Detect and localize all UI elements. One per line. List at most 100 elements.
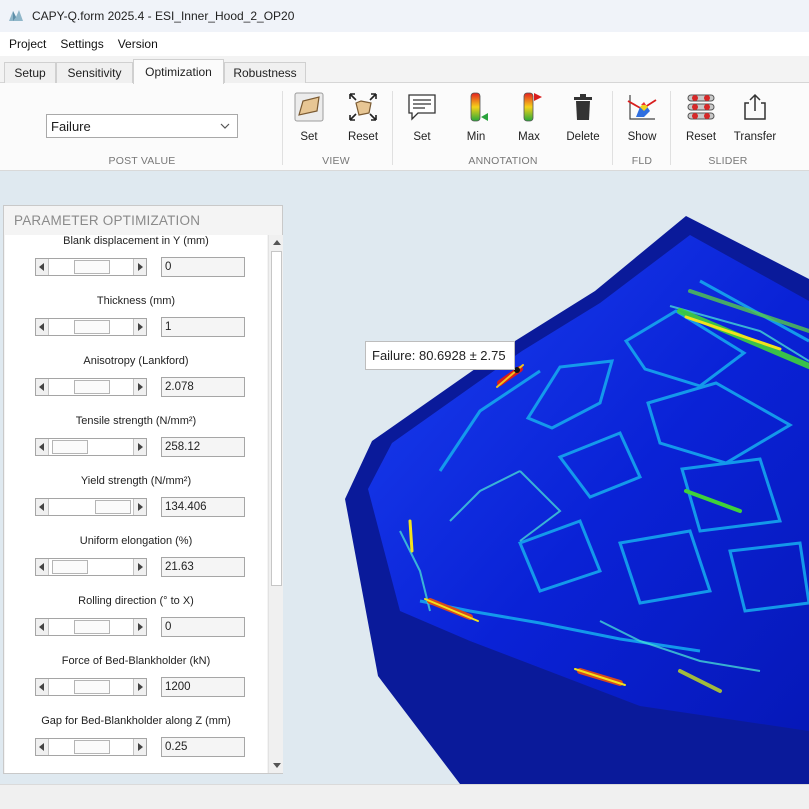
slider-thumb[interactable] [74, 260, 110, 274]
slider-reset-button[interactable]: Reset [675, 91, 727, 151]
param-label: Thickness (mm) [96, 295, 176, 307]
param-label: Force of Bed-Blankholder (kN) [61, 655, 211, 667]
anisotropy-field[interactable]: 2.078 [161, 377, 245, 397]
param-label: Rolling direction (° to X) [78, 595, 194, 607]
arrow-left-icon[interactable] [36, 319, 49, 335]
force-bed-blankholder-field[interactable]: 1200 [161, 677, 245, 697]
group-label-slider: SLIDER [708, 155, 748, 167]
tensile-strength-slider[interactable] [35, 438, 147, 456]
param-tensile-strength: Tensile strength (N/mm²) 258.12 [5, 415, 267, 475]
param-yield-strength: Yield strength (N/mm²) 134.406 [5, 475, 267, 535]
annotation-min-icon [470, 92, 488, 122]
annotation-set-label: Set [413, 131, 431, 143]
slider-thumb[interactable] [74, 380, 110, 394]
arrow-left-icon[interactable] [36, 379, 49, 395]
arrow-left-icon[interactable] [36, 439, 49, 455]
annotation-delete-label: Delete [566, 131, 600, 143]
view-reset-button[interactable]: Reset [337, 91, 389, 151]
failure-annotation-tooltip: Failure: 80.6928 ± 2.75 [365, 341, 515, 370]
arrow-right-icon[interactable] [133, 499, 146, 515]
arrow-left-icon[interactable] [36, 619, 49, 635]
scroll-down-icon[interactable] [269, 758, 284, 773]
yield-strength-slider[interactable] [35, 498, 147, 516]
thickness-slider[interactable] [35, 318, 147, 336]
slider-thumb[interactable] [95, 500, 131, 514]
view-set-label: Set [300, 131, 318, 143]
view-reset-icon [349, 93, 377, 121]
view-set-icon [294, 92, 324, 122]
menu-version[interactable]: Version [111, 37, 165, 51]
arrow-right-icon[interactable] [133, 679, 146, 695]
arrow-right-icon[interactable] [133, 259, 146, 275]
slider-thumb[interactable] [74, 320, 110, 334]
slider-thumb[interactable] [74, 680, 110, 694]
param-label: Tensile strength (N/mm²) [75, 415, 197, 427]
slider-thumb[interactable] [52, 440, 88, 454]
blank-displacement-slider[interactable] [35, 258, 147, 276]
parameter-list: Blank displacement in Y (mm) 0 Thickness… [5, 235, 267, 773]
blank-displacement-field[interactable]: 0 [161, 257, 245, 277]
menu-settings[interactable]: Settings [53, 37, 110, 51]
parameter-optimization-panel: PARAMETER OPTIMIZATION Blank displacemen… [3, 205, 283, 774]
group-label-annotation: ANNOTATION [468, 155, 538, 167]
anisotropy-slider[interactable] [35, 378, 147, 396]
tab-optimization[interactable]: Optimization [133, 59, 224, 84]
arrow-left-icon[interactable] [36, 679, 49, 695]
post-value-selected: Failure [51, 118, 91, 134]
param-uniform-elongation: Uniform elongation (%) 21.63 [5, 535, 267, 595]
slider-thumb[interactable] [74, 740, 110, 754]
thickness-field[interactable]: 1 [161, 317, 245, 337]
menu-bar: Project Settings Version [0, 32, 809, 56]
force-bed-blankholder-slider[interactable] [35, 678, 147, 696]
tab-sensitivity[interactable]: Sensitivity [56, 62, 133, 83]
arrow-left-icon[interactable] [36, 259, 49, 275]
ribbon-divider [612, 91, 613, 165]
arrow-right-icon[interactable] [133, 379, 146, 395]
arrow-left-icon[interactable] [36, 559, 49, 575]
slider-reset-label: Reset [685, 131, 717, 143]
annotation-max-label: Max [518, 131, 540, 143]
menu-project[interactable]: Project [2, 37, 53, 51]
annotation-delete-button[interactable]: Delete [557, 91, 609, 151]
scrollbar-thumb[interactable] [271, 251, 282, 586]
arrow-left-icon[interactable] [36, 739, 49, 755]
group-label-view: VIEW [322, 155, 350, 167]
arrow-left-icon[interactable] [36, 499, 49, 515]
trash-icon [574, 94, 592, 120]
panel-scrollbar[interactable] [268, 235, 283, 773]
title-bar: CAPY-Q.form 2025.4 - ESI_Inner_Hood_2_OP… [0, 0, 809, 32]
slider-transfer-button[interactable]: Transfer [729, 91, 781, 151]
arrow-right-icon[interactable] [133, 559, 146, 575]
ribbon-toolbar: Failure POST VALUE Set Reset VIEW Set Mi… [0, 83, 809, 171]
annotation-min-button[interactable]: Min [450, 91, 502, 151]
arrow-right-icon[interactable] [133, 439, 146, 455]
yield-strength-field[interactable]: 134.406 [161, 497, 245, 517]
scroll-up-icon[interactable] [269, 235, 284, 250]
param-label: Yield strength (N/mm²) [80, 475, 192, 487]
view-set-button[interactable]: Set [283, 91, 335, 151]
param-thickness: Thickness (mm) 1 [5, 295, 267, 355]
rolling-direction-field[interactable]: 0 [161, 617, 245, 637]
uniform-elongation-field[interactable]: 21.63 [161, 557, 245, 577]
status-bar [0, 784, 809, 809]
ribbon-divider [392, 91, 393, 165]
chevron-down-icon [220, 123, 230, 129]
param-force-bed-blankholder: Force of Bed-Blankholder (kN) 1200 [5, 655, 267, 715]
fld-show-button[interactable]: Show [616, 91, 668, 151]
uniform-elongation-slider[interactable] [35, 558, 147, 576]
tensile-strength-field[interactable]: 258.12 [161, 437, 245, 457]
annotation-max-button[interactable]: Max [503, 91, 555, 151]
tab-setup[interactable]: Setup [4, 62, 56, 83]
slider-thumb[interactable] [52, 560, 88, 574]
arrow-right-icon[interactable] [133, 739, 146, 755]
rolling-direction-slider[interactable] [35, 618, 147, 636]
gap-bed-blankholder-slider[interactable] [35, 738, 147, 756]
annotation-set-button[interactable]: Set [396, 91, 448, 151]
group-label-fld: FLD [631, 155, 653, 167]
arrow-right-icon[interactable] [133, 319, 146, 335]
tab-robustness[interactable]: Robustness [224, 62, 306, 83]
post-value-select[interactable]: Failure [46, 114, 238, 138]
gap-bed-blankholder-field[interactable]: 0.25 [161, 737, 245, 757]
arrow-right-icon[interactable] [133, 619, 146, 635]
slider-thumb[interactable] [74, 620, 110, 634]
